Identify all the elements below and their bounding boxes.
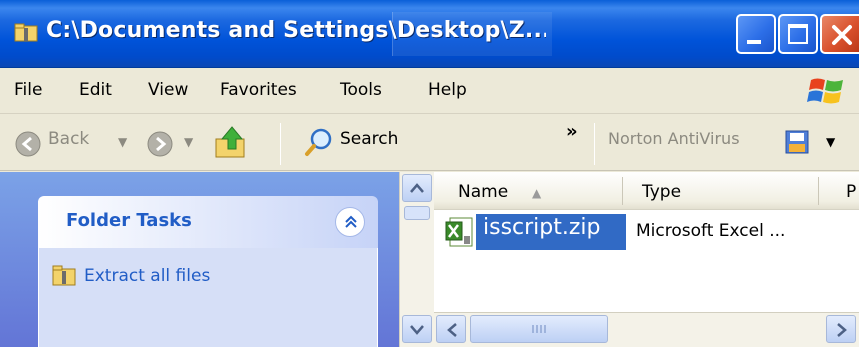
chevron-up-icon bbox=[345, 215, 357, 228]
menu-edit[interactable]: Edit bbox=[79, 80, 112, 100]
extract-all-files-link[interactable]: Extract all files bbox=[84, 266, 210, 286]
forward-arrow-icon[interactable] bbox=[146, 130, 174, 158]
scroll-up-button[interactable] bbox=[402, 174, 432, 202]
toolbar-overflow-chevron[interactable]: » bbox=[566, 121, 578, 142]
close-icon bbox=[832, 25, 852, 45]
menu-help[interactable]: Help bbox=[428, 80, 467, 100]
column-header-type[interactable]: Type bbox=[642, 182, 681, 202]
window-title: C:\Documents and Settings\Desktop\Z... bbox=[46, 18, 546, 43]
minimize-button[interactable] bbox=[736, 14, 776, 54]
norton-save-icon[interactable] bbox=[784, 129, 810, 155]
arrow-up-icon bbox=[410, 183, 424, 193]
norton-antivirus-label[interactable]: Norton AntiVirus bbox=[608, 129, 740, 148]
scroll-thumb[interactable] bbox=[404, 206, 430, 220]
scroll-left-button[interactable] bbox=[436, 315, 466, 343]
extract-folder-icon bbox=[52, 265, 76, 286]
column-header-partial[interactable]: P bbox=[846, 182, 856, 202]
menu-file[interactable]: File bbox=[14, 80, 42, 100]
maximize-icon bbox=[788, 24, 808, 44]
search-button[interactable]: Search bbox=[340, 129, 398, 149]
column-divider[interactable] bbox=[818, 177, 819, 205]
maximize-button[interactable] bbox=[778, 14, 818, 54]
forward-dropdown-icon[interactable]: ▼ bbox=[184, 135, 193, 149]
title-bar[interactable]: C:\Documents and Settings\Desktop\Z... bbox=[0, 0, 859, 68]
arrow-down-icon bbox=[410, 325, 424, 335]
arrow-left-icon bbox=[447, 323, 457, 337]
arrow-right-icon bbox=[837, 323, 847, 337]
windows-logo-icon bbox=[807, 78, 843, 104]
back-dropdown-icon[interactable]: ▼ bbox=[118, 135, 127, 149]
folder-tasks-body bbox=[38, 248, 378, 347]
toolbar-separator bbox=[280, 123, 281, 165]
up-folder-icon[interactable] bbox=[212, 125, 252, 161]
menu-favorites[interactable]: Favorites bbox=[220, 80, 297, 100]
menu-bar: File Edit View Favorites Tools Help bbox=[0, 68, 859, 114]
toolbar-separator bbox=[594, 123, 595, 165]
standard-toolbar: Back ▼ ▼ Search » Norton AntiVirus ▼ bbox=[0, 115, 859, 171]
file-name[interactable]: isscript.zip bbox=[483, 215, 601, 240]
back-arrow-icon bbox=[15, 131, 41, 157]
close-button[interactable] bbox=[820, 14, 859, 54]
file-type: Microsoft Excel ... bbox=[636, 221, 786, 241]
norton-dropdown-icon[interactable]: ▼ bbox=[826, 135, 835, 149]
sort-ascending-icon: ▲ bbox=[532, 186, 542, 200]
grip-icon bbox=[532, 325, 546, 333]
folder-zip-icon bbox=[14, 23, 38, 42]
back-button[interactable]: Back bbox=[48, 129, 89, 149]
column-header-name[interactable]: Name bbox=[458, 182, 508, 202]
menu-view[interactable]: View bbox=[148, 80, 188, 100]
minimize-icon bbox=[747, 40, 761, 44]
zip-file-icon bbox=[445, 217, 473, 247]
horizontal-scroll-thumb[interactable] bbox=[470, 315, 608, 343]
scroll-down-button[interactable] bbox=[402, 315, 432, 343]
collapse-button[interactable] bbox=[335, 207, 365, 237]
scroll-right-button[interactable] bbox=[826, 315, 856, 343]
menu-tools[interactable]: Tools bbox=[340, 80, 382, 100]
folder-tasks-title: Folder Tasks bbox=[66, 210, 192, 231]
search-icon bbox=[305, 128, 332, 156]
vertical-scrollbar[interactable] bbox=[399, 172, 434, 347]
column-divider[interactable] bbox=[622, 177, 623, 205]
